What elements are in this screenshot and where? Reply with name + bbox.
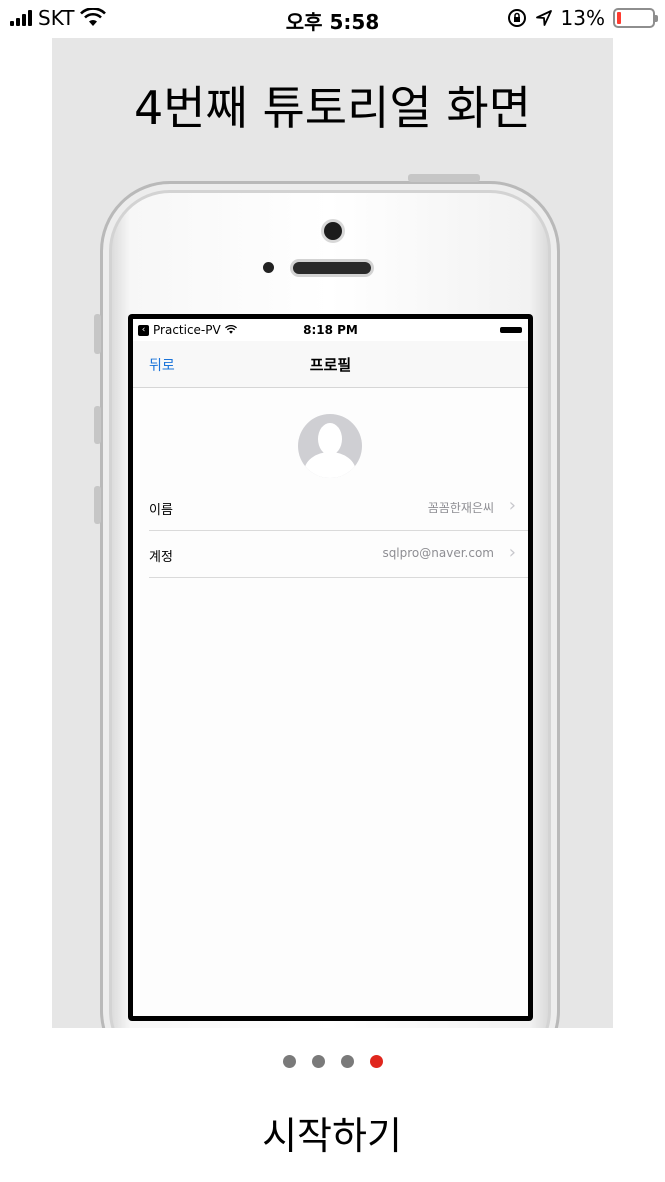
- battery-percent: 13%: [560, 6, 605, 30]
- profile-row-account: 계정 sqlpro@naver.com ›: [149, 531, 528, 578]
- chevron-right-icon: ›: [508, 542, 516, 563]
- inner-status-bar: ‹ Practice-PV 8:18 PM: [133, 319, 528, 341]
- inner-battery-icon: [500, 327, 522, 333]
- chevron-right-icon: ›: [508, 495, 516, 516]
- orientation-lock-icon: [507, 9, 526, 27]
- status-bar: SKT 오후 5:58 13%: [0, 0, 665, 38]
- avatar-head: [318, 423, 342, 455]
- avatar-body: [304, 452, 356, 478]
- row-label: 이름: [149, 503, 173, 518]
- page-dot[interactable]: [311, 1055, 325, 1068]
- front-camera: [324, 222, 342, 240]
- avatar-placeholder-icon: [298, 414, 362, 478]
- location-arrow-icon: [535, 10, 552, 26]
- inner-profile-content: 이름 꼼꼼한재은씨 › 계정 sqlpro@naver.com ›: [133, 388, 528, 1016]
- page-indicator[interactable]: [0, 1055, 665, 1068]
- start-button[interactable]: 시작하기: [232, 1108, 432, 1164]
- earpiece-speaker: [293, 262, 371, 274]
- phone-screen: ‹ Practice-PV 8:18 PM 뒤로 프로필 이름 꼼꼼한재은씨 ›…: [128, 314, 533, 1021]
- row-value: sqlpro@naver.com: [382, 546, 494, 560]
- page-dot[interactable]: [340, 1055, 354, 1068]
- tutorial-title: 4번째 튜토리얼 화면: [133, 81, 532, 135]
- inner-nav-title: 프로필: [309, 356, 352, 374]
- profile-screenshot: ‹ Practice-PV 8:18 PM 뒤로 프로필 이름 꼼꼼한재은씨 ›…: [133, 319, 528, 1016]
- page-dot-active[interactable]: [369, 1055, 383, 1068]
- profile-row-name: 이름 꼼꼼한재은씨 ›: [149, 484, 528, 531]
- status-right: 13%: [507, 6, 658, 30]
- battery-level: [617, 12, 621, 24]
- page-dot[interactable]: [282, 1055, 296, 1068]
- phone-mute-switch: [94, 314, 101, 354]
- proximity-sensor: [263, 262, 274, 273]
- inner-nav-bar: 뒤로 프로필: [133, 341, 528, 388]
- row-value: 꼼꼼한재은씨: [427, 501, 494, 515]
- row-label: 계정: [149, 550, 173, 565]
- inner-time: 8:18 PM: [303, 323, 358, 337]
- phone-top-button: [408, 174, 480, 182]
- phone-volume-down: [94, 486, 101, 524]
- tutorial-page: 4번째 튜토리얼 화면 ‹ Practice-PV 8:18 PM 뒤로 프로필…: [52, 38, 613, 1028]
- phone-mockup: ‹ Practice-PV 8:18 PM 뒤로 프로필 이름 꼼꼼한재은씨 ›…: [94, 174, 560, 1028]
- phone-volume-up: [94, 406, 101, 444]
- battery-icon: [613, 8, 658, 28]
